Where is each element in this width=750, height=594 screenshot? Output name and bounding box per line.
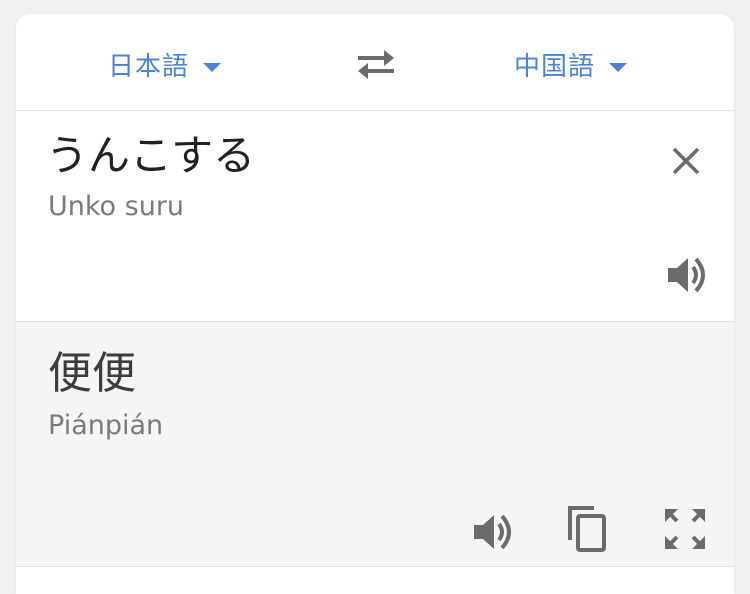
- fullscreen-icon: [665, 509, 705, 549]
- chevron-down-icon: [203, 62, 222, 72]
- copy-icon: [568, 506, 606, 552]
- source-text-input[interactable]: うんこする: [46, 131, 255, 181]
- source-language-selector[interactable]: 日本語: [108, 42, 222, 86]
- copy-translation-button[interactable]: [564, 504, 610, 554]
- speaker-icon: [474, 514, 511, 550]
- fullscreen-button[interactable]: [662, 506, 708, 552]
- translate-card: 日本語 中国語 うんこする Unko suru 便便 Piánpián: [16, 14, 734, 594]
- language-bar: 日本語 中国語: [16, 14, 734, 111]
- chevron-down-icon: [609, 62, 628, 72]
- source-transliteration: Unko suru: [48, 191, 185, 222]
- translation-transliteration: Piánpián: [48, 410, 164, 441]
- listen-translation-button[interactable]: [470, 512, 516, 552]
- translation-panel: 便便 Piánpián: [16, 322, 734, 567]
- source-panel: うんこする Unko suru: [16, 111, 734, 322]
- close-icon: [672, 147, 700, 175]
- listen-source-button[interactable]: [664, 255, 710, 295]
- source-language-label: 日本語: [108, 51, 190, 82]
- clear-source-button[interactable]: [666, 141, 706, 181]
- speaker-icon: [668, 257, 705, 293]
- target-language-selector[interactable]: 中国語: [514, 42, 628, 86]
- swap-languages-button[interactable]: [354, 44, 398, 84]
- target-language-label: 中国語: [514, 51, 596, 82]
- swap-arrows-icon: [358, 50, 394, 79]
- translation-text: 便便: [48, 348, 136, 399]
